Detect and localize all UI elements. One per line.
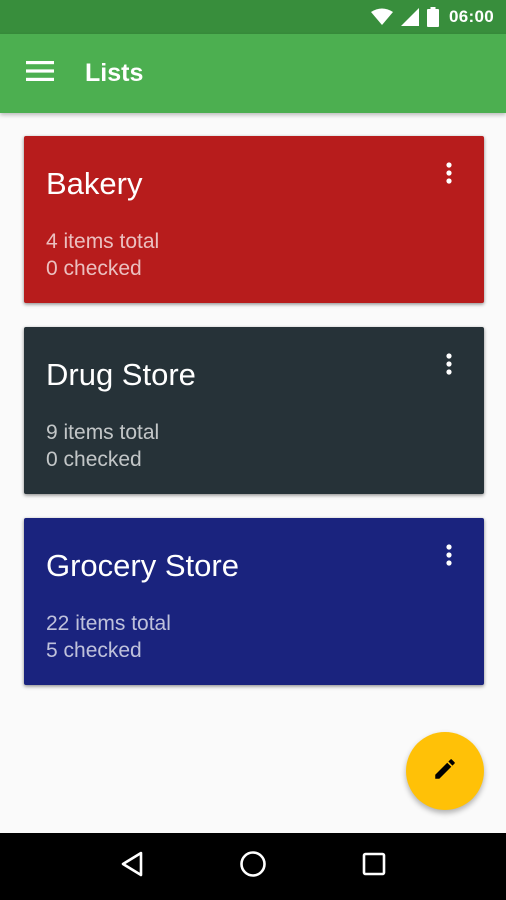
items-total: 22 items total — [46, 612, 171, 635]
list-name: Grocery Store — [46, 548, 239, 583]
home-icon — [239, 850, 267, 883]
status-bar: 06:00 — [0, 0, 506, 34]
items-checked: 0 checked — [46, 448, 142, 471]
home-button[interactable] — [223, 837, 283, 897]
more-options-button[interactable] — [434, 542, 464, 572]
status-time: 06:00 — [449, 7, 494, 26]
items-checked: 0 checked — [46, 257, 142, 280]
list-name: Drug Store — [46, 357, 196, 392]
edit-icon — [432, 756, 458, 787]
menu-icon — [26, 61, 54, 86]
wifi-icon — [371, 8, 394, 26]
edit-fab[interactable] — [406, 732, 484, 810]
navigation-bar — [0, 833, 506, 900]
more-vert-icon — [446, 543, 452, 571]
more-vert-icon — [446, 161, 452, 189]
app-bar: Lists — [0, 34, 506, 113]
menu-button[interactable] — [0, 34, 80, 113]
list-card-grocery-store[interactable]: Grocery Store 22 items total 5 checked — [24, 518, 484, 685]
back-button[interactable] — [102, 837, 162, 897]
more-options-button[interactable] — [434, 160, 464, 190]
more-vert-icon — [446, 352, 452, 380]
battery-icon — [427, 7, 440, 27]
list-card-drug-store[interactable]: Drug Store 9 items total 0 checked — [24, 327, 484, 494]
items-checked: 5 checked — [46, 639, 142, 662]
list-card-bakery[interactable]: Bakery 4 items total 0 checked — [24, 136, 484, 303]
signal-icon — [401, 8, 420, 26]
recents-button[interactable] — [344, 837, 404, 897]
page-title: Lists — [85, 59, 144, 87]
items-total: 9 items total — [46, 421, 160, 444]
more-options-button[interactable] — [434, 351, 464, 381]
list-name: Bakery — [46, 166, 143, 201]
items-total: 4 items total — [46, 230, 160, 253]
recents-icon — [362, 852, 386, 881]
back-icon — [120, 851, 144, 882]
